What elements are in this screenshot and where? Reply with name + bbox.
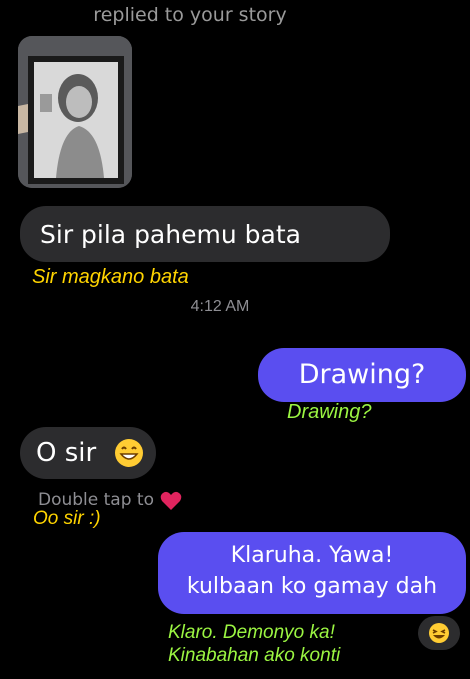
grinning-face-icon [115,439,143,467]
message-line: kulbaan ko gamay dah [186,574,438,599]
incoming-message-bubble[interactable]: O sir [20,427,156,479]
double-tap-hint: Double tap to [38,490,154,510]
translation-caption: Oo sir :) [33,508,101,529]
heart-icon[interactable] [160,491,182,511]
story-reply-header: replied to your story [93,4,287,26]
framed-drawing-image [18,36,132,188]
message-text: Sir pila pahemu bata [40,220,301,249]
laughing-face-icon [429,623,449,643]
outgoing-message-bubble[interactable]: Klaruha. Yawa! kulbaan ko gamay dah [158,532,466,614]
outgoing-message-bubble[interactable]: Drawing? [258,348,466,402]
translation-caption: Drawing? [287,401,372,423]
message-line: Klaruha. Yawa! [230,543,394,568]
message-timestamp: 4:12 AM [190,298,250,315]
translation-caption: Sir magkano bata [32,266,189,288]
translation-caption: Kinabahan ako konti [168,645,341,666]
reaction-badge[interactable] [418,616,460,650]
message-text: Drawing? [298,359,426,390]
translation-caption: Klaro. Demonyo ka! [168,622,335,643]
message-text: O sir [36,438,97,468]
hint-text: Double tap to [38,490,154,510]
story-thumbnail[interactable] [18,36,132,188]
incoming-message-bubble[interactable]: Sir pila pahemu bata [20,206,390,262]
